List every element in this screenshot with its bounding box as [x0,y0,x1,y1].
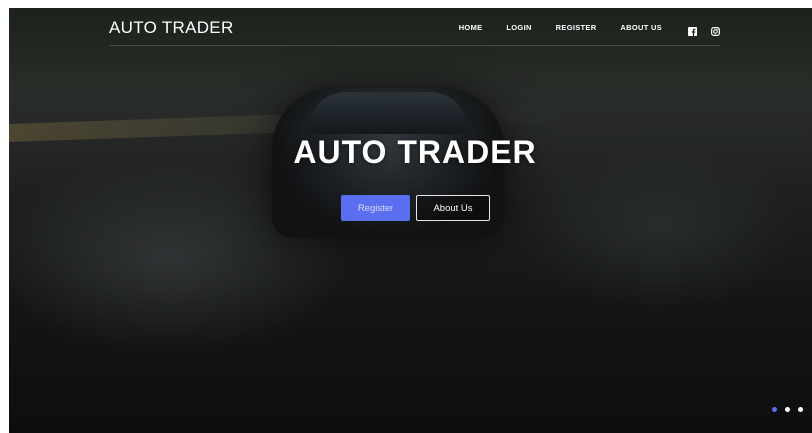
instagram-icon[interactable] [711,23,720,36]
hero-background [9,8,812,433]
about-us-button[interactable]: About Us [416,195,490,221]
social-links [688,23,720,36]
nav-home-link[interactable]: HOME [459,23,483,32]
carousel-dot-3[interactable] [798,407,803,412]
register-button[interactable]: Register [341,195,410,221]
hero-title: AUTO TRADER [293,134,537,170]
carousel-dot-2[interactable] [785,407,790,412]
nav-links: HOME LOGIN REGISTER ABOUT US [459,23,720,36]
hero-dark-overlay [9,8,812,433]
nav-about-us-link[interactable]: ABOUT US [620,23,662,32]
nav-register-link[interactable]: REGISTER [556,23,597,32]
carousel-dot-1[interactable] [772,407,777,412]
carousel-indicators [772,407,811,412]
brand-logo[interactable]: AUTO TRADER [109,18,234,38]
facebook-icon[interactable] [688,23,697,36]
top-navbar: AUTO TRADER HOME LOGIN REGISTER ABOUT US [109,8,720,46]
nav-login-link[interactable]: LOGIN [506,23,531,32]
